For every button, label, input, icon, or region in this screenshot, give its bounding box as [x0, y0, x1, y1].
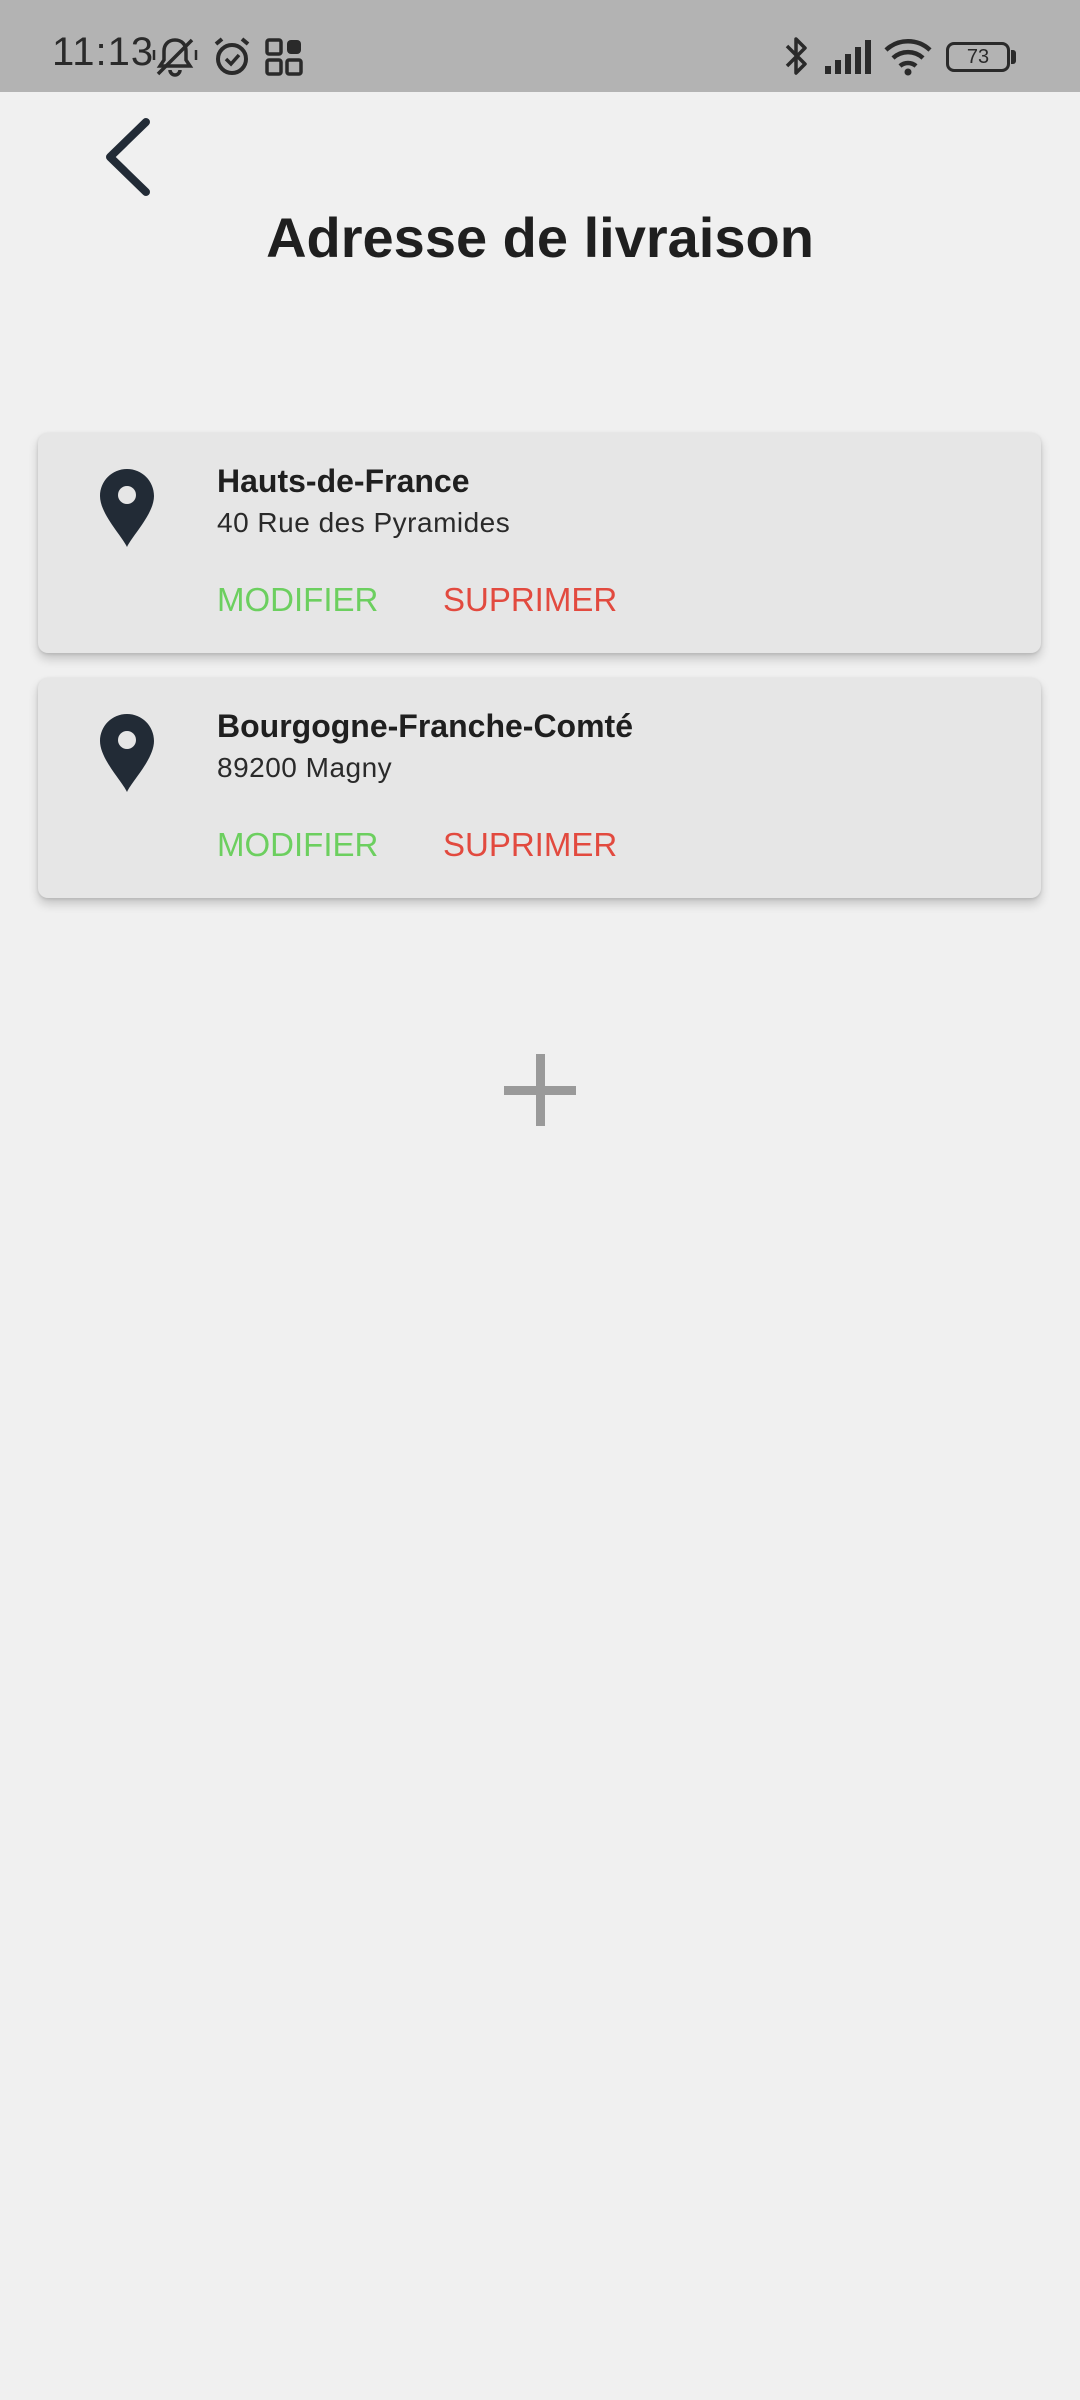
bell-muted-icon [152, 38, 198, 77]
location-pin-icon [100, 714, 154, 792]
apps-icon [265, 38, 303, 76]
battery-icon: 73 [946, 42, 1010, 72]
plus-icon[interactable] [500, 1050, 580, 1130]
address-line: 89200 Magny [217, 752, 393, 783]
alarm-icon [214, 37, 250, 75]
battery-tip [1011, 50, 1016, 64]
signal-icon [825, 40, 871, 74]
bluetooth-icon [785, 37, 807, 75]
status-time: 11:13 [52, 30, 155, 74]
wifi-icon [884, 39, 932, 76]
modify-button[interactable]: MODIFIER [217, 826, 378, 864]
delete-button[interactable]: SUPRIMER [443, 826, 617, 864]
page-title: Adresse de livraison [266, 206, 814, 269]
status-bar: 11:13 73 [0, 0, 1080, 92]
address-region: Bourgogne-Franche-Comté [217, 708, 633, 744]
back-chevron-icon[interactable] [96, 112, 166, 202]
address-line: 40 Rue des Pyramides [217, 507, 511, 538]
address-region: Hauts-de-France [217, 463, 470, 499]
modify-button[interactable]: MODIFIER [217, 581, 378, 619]
location-pin-icon [100, 469, 154, 547]
address-card: Bourgogne-Franche-Comté 89200 Magny MODI… [38, 678, 1041, 898]
address-card: Hauts-de-France 40 Rue des Pyramides MOD… [38, 433, 1041, 653]
delete-button[interactable]: SUPRIMER [443, 581, 617, 619]
